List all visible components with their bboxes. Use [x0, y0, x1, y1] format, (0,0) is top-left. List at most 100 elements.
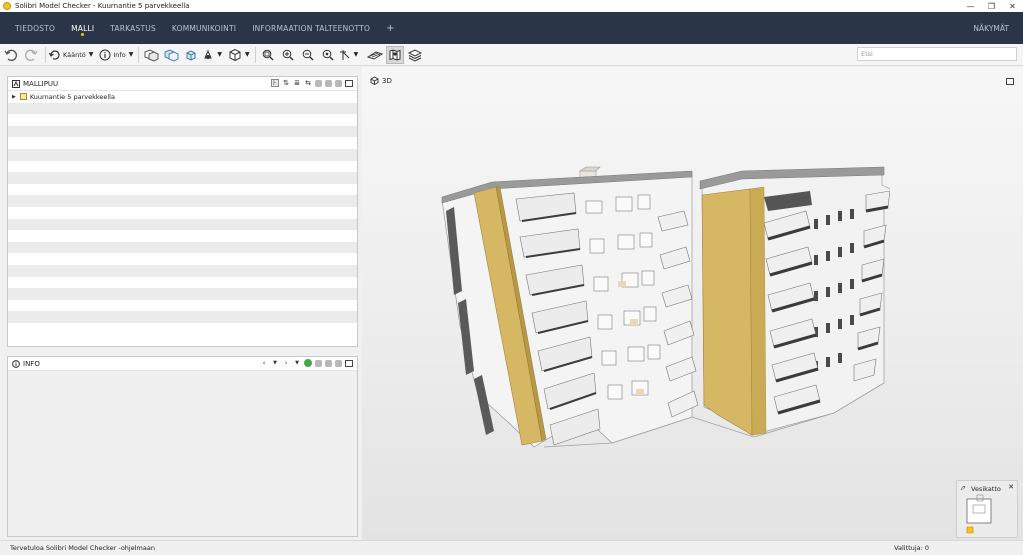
model-tree-title: MALLIPUU: [23, 79, 59, 88]
search-input[interactable]: Etsi: [857, 47, 1017, 61]
redo-icon[interactable]: [22, 46, 40, 64]
info-content: [8, 371, 357, 536]
toolbar-separator: [254, 46, 256, 63]
window-title: Solibri Model Checker - Kuurnantie 5 par…: [15, 2, 190, 10]
left-column: MALLIPUU ⊦ ⇅ ≣ ⇆ ▶ Kuurnantie 5 parvekke…: [0, 67, 362, 540]
tree-filter-icon[interactable]: ≣: [293, 79, 301, 87]
visibility-icon[interactable]: ▼: [202, 46, 222, 64]
menu-malli[interactable]: MALLI: [63, 12, 102, 44]
model-boxes-icon[interactable]: [142, 46, 160, 64]
info-panel: INFO ‹ ▼ › ▼: [7, 356, 358, 537]
chevron-down-icon[interactable]: ▼: [217, 51, 222, 58]
info-label: Info: [113, 50, 126, 59]
map-view-icon[interactable]: [386, 45, 405, 64]
tree-row-empty: [8, 161, 357, 173]
info-option-icon[interactable]: [315, 359, 322, 367]
3d-viewport[interactable]: 3D ⬀ Vesikatto ✕: [362, 67, 1023, 540]
app-icon: [3, 2, 11, 10]
tree-row-empty: [8, 184, 357, 196]
tree-row-empty: [8, 195, 357, 207]
minimap[interactable]: ⬀ Vesikatto ✕: [956, 480, 1018, 538]
tree-row-empty: [8, 241, 357, 254]
chevron-down-icon[interactable]: ▼: [89, 51, 94, 58]
close-icon[interactable]: ✕: [1008, 483, 1014, 491]
model-tree-header: MALLIPUU ⊦ ⇅ ≣ ⇆: [8, 77, 357, 91]
menu-tiedosto[interactable]: TIEDOSTO: [7, 12, 63, 44]
tree-hierarchy-icon[interactable]: ⊦: [271, 79, 279, 87]
add-menu-icon[interactable]: +: [378, 23, 402, 34]
menu-tarkastus[interactable]: TARKASTUS: [102, 12, 164, 44]
tree-item-label: Kuurnantie 5 parvekkeella: [29, 92, 115, 101]
tree-row-empty: [8, 207, 357, 219]
cube-view-icon[interactable]: ▼: [228, 46, 250, 64]
model-file-icon: [19, 93, 27, 101]
tree-option-icon[interactable]: [325, 79, 332, 87]
menu-informaation-talteenotto[interactable]: INFORMAATION TALTEENOTTO: [244, 12, 378, 44]
zoom-out-icon[interactable]: [299, 46, 317, 64]
model-tree-panel: MALLIPUU ⊦ ⇅ ≣ ⇆ ▶ Kuurnantie 5 parvekke…: [7, 76, 358, 347]
tree-swap-icon[interactable]: ⇆: [304, 79, 312, 87]
rotate-button[interactable]: Kääntö ▼: [49, 46, 93, 64]
tree-row-empty: [8, 230, 357, 242]
tree-row-empty: [8, 218, 357, 231]
zoom-window-icon[interactable]: [319, 46, 337, 64]
title-bar: Solibri Model Checker - Kuurnantie 5 par…: [0, 0, 1023, 12]
tree-row-empty: [8, 288, 357, 300]
tree-row-empty: [8, 102, 357, 115]
tree-row-empty: [8, 323, 357, 335]
menu-nakymat[interactable]: NÄKYMÄT: [973, 12, 1009, 44]
info-mode-icon[interactable]: [304, 359, 312, 367]
expand-icon[interactable]: ▶: [12, 94, 16, 100]
maximize-viewport-icon[interactable]: [1006, 78, 1014, 85]
tree-item-root[interactable]: ▶ Kuurnantie 5 parvekkeella: [8, 91, 357, 103]
info-option-icon[interactable]: [335, 359, 342, 367]
model-tree-icon: [12, 79, 20, 88]
tree-row-empty: [8, 277, 357, 289]
layers-icon[interactable]: [406, 46, 424, 64]
chevron-down-icon[interactable]: ▼: [293, 359, 301, 367]
next-icon[interactable]: ›: [282, 359, 290, 367]
info-title: INFO: [23, 359, 40, 368]
close-button[interactable]: ✕: [1002, 0, 1023, 12]
chevron-down-icon[interactable]: ▼: [245, 51, 250, 58]
previous-icon[interactable]: ‹: [260, 359, 268, 367]
maximize-panel-icon[interactable]: [345, 79, 353, 87]
restore-button[interactable]: ❐: [981, 0, 1002, 12]
info-icon: [12, 359, 20, 368]
tree-option-icon[interactable]: [335, 79, 342, 87]
tree-row-empty: [8, 311, 357, 323]
maximize-panel-icon[interactable]: [345, 359, 353, 367]
3d-view-icon: [370, 76, 379, 85]
status-bar: Tervetuloa Solibri Model Checker -ohjelm…: [0, 540, 1023, 555]
chevron-down-icon[interactable]: ▼: [271, 359, 279, 367]
tree-row-empty: [8, 264, 357, 277]
chevron-down-icon[interactable]: ▼: [354, 51, 359, 58]
section-plane-icon[interactable]: [366, 46, 384, 64]
viewport-header: 3D: [370, 76, 392, 85]
status-message: Tervetuloa Solibri Model Checker -ohjelm…: [10, 544, 155, 552]
info-icon: [99, 49, 111, 60]
menu-kommunikointi[interactable]: KOMMUNIKOINTI: [164, 12, 244, 44]
undo-icon[interactable]: [2, 46, 20, 64]
zoom-in-icon[interactable]: [279, 46, 297, 64]
component-icon[interactable]: [182, 46, 200, 64]
viewport-label: 3D: [382, 76, 392, 85]
minimap-title: Vesikatto: [971, 485, 1001, 493]
zoom-fit-icon[interactable]: [259, 46, 277, 64]
building-model[interactable]: [434, 151, 890, 451]
yellow-end-facade: [701, 188, 753, 436]
tree-sort-icon[interactable]: ⇅: [282, 79, 290, 87]
tree-row-empty: [8, 137, 357, 149]
pin-icon[interactable]: ⬀: [960, 484, 966, 492]
info-button[interactable]: Info ▼: [99, 46, 133, 64]
chevron-down-icon[interactable]: ▼: [129, 51, 134, 58]
minimize-button[interactable]: —: [960, 0, 981, 12]
tree-option-icon[interactable]: [315, 79, 322, 87]
measure-icon[interactable]: ▼: [339, 46, 359, 64]
model-compare-icon[interactable]: [162, 46, 180, 64]
info-option-icon[interactable]: [325, 359, 332, 367]
toolbar-separator: [138, 46, 140, 63]
main-menu: TIEDOSTO MALLI TARKASTUS KOMMUNIKOINTI I…: [0, 12, 1023, 44]
selection-count: Valittuja: 0: [894, 544, 929, 552]
floor-plan-thumbnail: [966, 494, 992, 534]
